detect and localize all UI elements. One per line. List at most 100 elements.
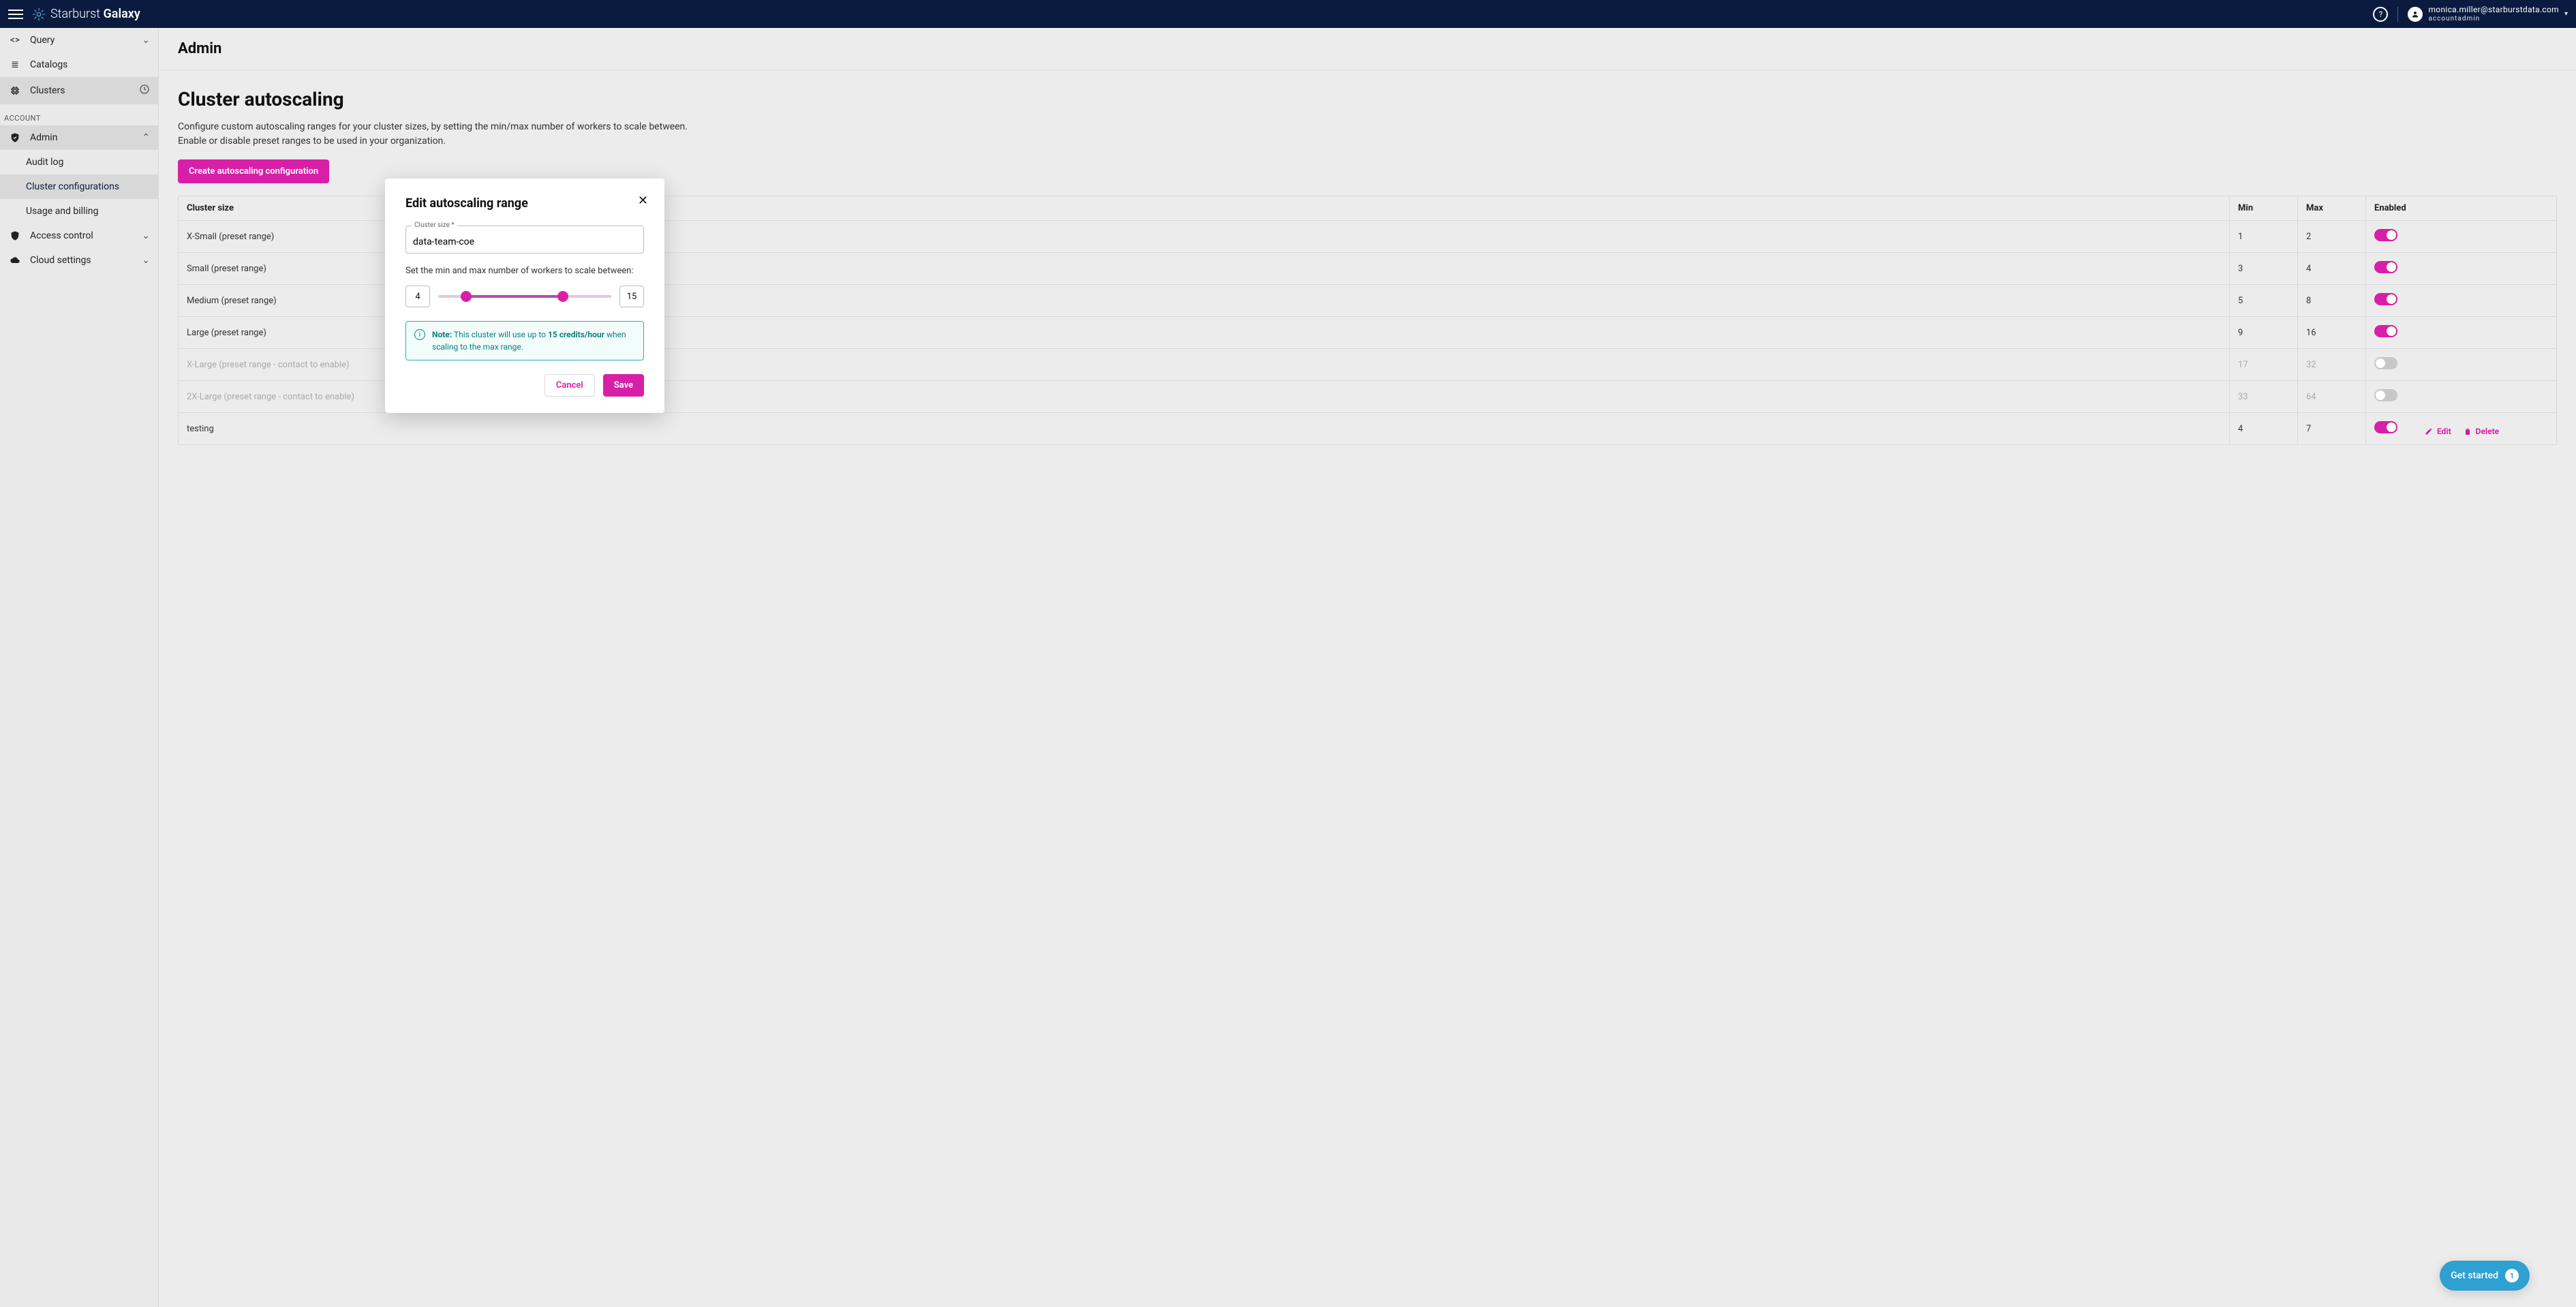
credits-note: i Note: This cluster will use up to 15 c… [405,321,644,360]
sidebar-item-clusters[interactable]: Clusters [0,77,158,104]
cancel-button[interactable]: Cancel [545,374,595,397]
sidebar-item-query[interactable]: <> Query ⌄ [0,28,158,52]
table-header-min: Min [2230,196,2298,221]
sidebar-item-admin[interactable]: Admin ⌃ [0,125,158,150]
cell-max: 7 [2298,413,2366,445]
cell-max: 32 [2298,349,2366,381]
cell-min: 4 [2230,413,2298,445]
cell-max: 16 [2298,317,2366,349]
brand-text-left: Starburst [50,7,100,21]
get-started-badge: 1 [2505,1269,2519,1282]
cluster-size-field[interactable]: Cluster size * [405,226,644,253]
table-header-max: Max [2298,196,2366,221]
sidebar-item-label: Audit log [26,157,63,168]
user-menu[interactable]: monica.miller@starburstdata.com accounta… [2408,5,2568,22]
chevron-down-icon: ⌄ [142,35,150,46]
save-button[interactable]: Save [603,374,644,397]
sidebar-item-usage-billing[interactable]: Usage and billing [0,199,158,224]
cluster-size-input[interactable] [413,236,637,247]
slider-max-thumb[interactable] [557,291,568,302]
cell-max: 2 [2298,221,2366,253]
code-icon: <> [8,35,22,46]
cell-enabled [2366,221,2557,253]
sidebar-group-account: ACCOUNT [0,104,158,125]
cell-min: 33 [2230,381,2298,413]
cell-enabled: Edit Delete [2366,413,2557,445]
sidebar-item-label: Catalogs [30,59,67,70]
topbar-divider [2397,7,2398,22]
user-role: accountadmin [2428,15,2558,22]
clock-icon [139,84,150,97]
get-started-label: Get started [2451,1270,2498,1281]
cell-enabled [2366,349,2557,381]
table-header-enabled: Enabled [2366,196,2557,221]
chevron-up-icon: ⌃ [142,132,150,143]
sidebar-item-cluster-configurations[interactable]: Cluster configurations [0,174,158,199]
cell-enabled [2366,317,2557,349]
user-email: monica.miller@starburstdata.com [2428,5,2558,14]
chevron-down-icon: ⌄ [142,255,150,266]
sidebar-item-audit-log[interactable]: Audit log [0,150,158,174]
enabled-toggle[interactable] [2374,325,2397,337]
modal-helper: Set the min and max number of workers to… [405,266,644,276]
chevron-down-icon: ⌄ [142,230,150,241]
enabled-toggle[interactable] [2374,357,2397,369]
create-autoscaling-button[interactable]: Create autoscaling configuration [178,159,329,183]
sidebar-item-label: Query [30,35,55,46]
sidebar-item-label: Admin [30,132,57,143]
info-icon: i [414,329,425,340]
slider-min-thumb[interactable] [461,291,472,302]
sidebar-item-access-control[interactable]: Access control ⌄ [0,224,158,248]
sidebar-item-label: Clusters [30,85,65,96]
get-started-button[interactable]: Get started 1 [2440,1261,2530,1291]
chip-icon [8,85,22,96]
sidebar-item-label: Usage and billing [26,206,98,217]
max-value-box[interactable]: 15 [619,286,644,307]
cell-enabled [2366,381,2557,413]
cell-min: 3 [2230,253,2298,285]
field-label: Cluster size * [412,221,457,229]
sidebar-item-cloud-settings[interactable]: Cloud settings ⌄ [0,248,158,273]
enabled-toggle[interactable] [2374,389,2397,401]
sidebar-item-catalogs[interactable]: ≣ Catalogs [0,52,158,77]
sidebar-item-label: Cluster configurations [26,181,119,192]
min-value-box[interactable]: 4 [405,286,430,307]
page-title: Cluster autoscaling [178,88,2557,110]
shield-check-icon [8,132,22,143]
cell-max: 8 [2298,285,2366,317]
modal-title: Edit autoscaling range [405,196,644,211]
cell-min: 9 [2230,317,2298,349]
cell-min: 1 [2230,221,2298,253]
cloud-icon [8,255,22,266]
cell-enabled [2366,253,2557,285]
list-icon: ≣ [8,59,22,70]
brand-text-right: Galaxy [104,7,140,21]
edit-action[interactable]: Edit [2425,427,2451,436]
shield-icon [8,230,22,241]
range-slider[interactable] [438,295,611,298]
brand-logo[interactable]: Starburst Galaxy [31,7,140,22]
cell-size: testing [179,413,2230,445]
starburst-icon [31,7,46,22]
chevron-down-icon: ▾ [2564,10,2568,18]
cell-min: 17 [2230,349,2298,381]
enabled-toggle[interactable] [2374,293,2397,305]
enabled-toggle[interactable] [2374,421,2397,433]
enabled-toggle[interactable] [2374,229,2397,241]
table-row: testing47 Edit Delete [179,413,2557,445]
close-icon[interactable]: ✕ [638,194,648,208]
sidebar-item-label: Access control [30,230,93,241]
enabled-toggle[interactable] [2374,261,2397,273]
hamburger-menu-icon[interactable] [8,7,23,22]
edit-autoscaling-modal: ✕ Edit autoscaling range Cluster size * … [385,179,664,413]
cell-enabled [2366,285,2557,317]
slider-fill [466,295,563,298]
breadcrumb: Admin [159,28,2576,70]
help-icon[interactable]: ? [2373,7,2388,22]
page-description: Configure custom autoscaling ranges for … [178,120,709,149]
delete-action[interactable]: Delete [2464,427,2499,436]
cell-max: 4 [2298,253,2366,285]
avatar-icon [2408,7,2423,22]
cell-max: 64 [2298,381,2366,413]
cell-min: 5 [2230,285,2298,317]
